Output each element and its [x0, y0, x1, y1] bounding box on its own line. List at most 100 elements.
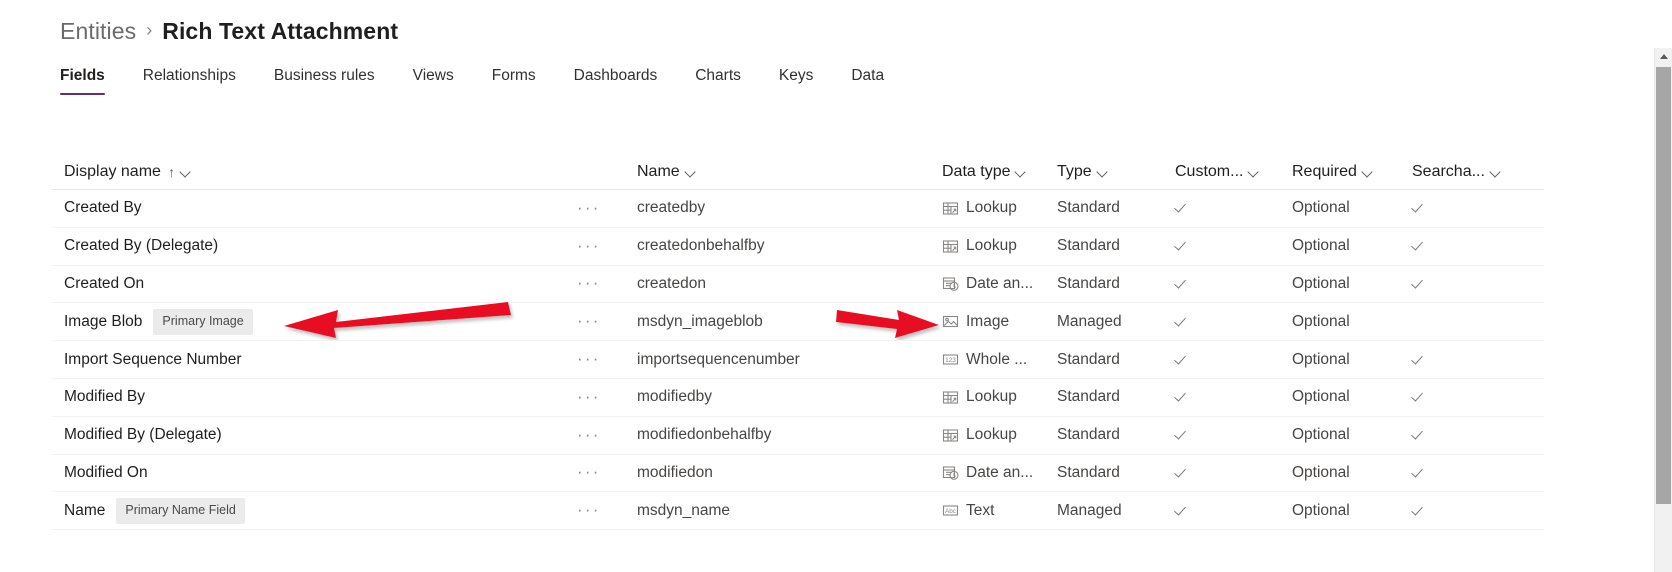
- page-title: Rich Text Attachment: [162, 17, 399, 44]
- entity-tab-bar: Fields Relationships Business rules Views Fo…: [60, 66, 904, 102]
- svg-text:123: 123: [945, 357, 956, 364]
- tab-label: Forms: [491, 67, 536, 84]
- field-display-name: Created By: [64, 199, 142, 217]
- field-display-name: Image Blob: [64, 312, 143, 330]
- column-header-type[interactable]: Type: [1057, 163, 1175, 181]
- field-type: Standard: [1057, 388, 1120, 406]
- column-header-data-type[interactable]: Data type: [942, 163, 1057, 181]
- table-row[interactable]: Created On ··· createdon Date an... Standard…: [52, 266, 1544, 304]
- chevron-down-icon[interactable]: [686, 167, 697, 178]
- field-required: Optional: [1292, 501, 1350, 519]
- scroll-up-arrow-icon[interactable]: [1655, 48, 1672, 65]
- table-row[interactable]: Created By (Delegate) ··· createdonbehalfb…: [52, 228, 1544, 266]
- chevron-down-icon[interactable]: [1491, 167, 1502, 178]
- tab-keys[interactable]: Keys: [779, 66, 833, 95]
- chevron-right-icon: ›: [146, 20, 153, 40]
- tab-views[interactable]: Views: [413, 66, 474, 95]
- svg-text:Abc: Abc: [945, 508, 957, 515]
- row-actions-menu-icon[interactable]: ···: [577, 349, 601, 368]
- table-row[interactable]: Modified By (Delegate) ··· modifiedonbehal…: [52, 417, 1544, 455]
- field-data-type: Text: [966, 501, 995, 519]
- tab-business-rules[interactable]: Business rules: [274, 66, 395, 95]
- field-display-name: Modified By (Delegate): [64, 426, 222, 444]
- chevron-down-icon[interactable]: [1016, 167, 1027, 178]
- chevron-down-icon[interactable]: [181, 167, 192, 178]
- lookup-icon: [942, 389, 959, 406]
- field-data-type: Lookup: [966, 388, 1017, 406]
- field-type: Standard: [1057, 426, 1120, 444]
- image-icon: [942, 313, 959, 330]
- tab-label: Fields: [60, 67, 105, 84]
- field-required: Optional: [1292, 274, 1350, 292]
- chevron-down-icon[interactable]: [1363, 167, 1374, 178]
- checkmark-icon: [1412, 276, 1428, 292]
- field-display-name: Name: [64, 501, 106, 519]
- table-row[interactable]: Created By ··· createdby Lookup Standard Opti…: [52, 190, 1544, 228]
- tab-charts[interactable]: Charts: [695, 66, 761, 95]
- checkmark-icon: [1412, 238, 1428, 254]
- lookup-icon: [942, 238, 959, 255]
- field-required: Optional: [1292, 350, 1350, 368]
- field-data-type: Lookup: [966, 426, 1017, 444]
- breadcrumb: Entities › Rich Text Attachment: [60, 14, 398, 48]
- tab-label: Charts: [695, 67, 741, 84]
- table-row[interactable]: Image Blob Primary Image ··· msdyn_imageblo…: [52, 303, 1544, 342]
- row-actions-menu-icon[interactable]: ···: [577, 387, 601, 406]
- checkmark-icon: [1412, 200, 1428, 216]
- row-actions-menu-icon[interactable]: ···: [577, 425, 601, 444]
- column-header-name-label: Name: [637, 163, 680, 180]
- table-row[interactable]: Import Sequence Number ··· importsequencen…: [52, 341, 1544, 379]
- row-actions-menu-icon[interactable]: ···: [577, 311, 601, 330]
- row-actions-menu-icon[interactable]: ···: [577, 273, 601, 292]
- field-logical-name: modifiedby: [637, 388, 712, 406]
- checkmark-icon: [1412, 427, 1428, 443]
- field-required: Optional: [1292, 199, 1350, 217]
- field-logical-name: importsequencenumber: [637, 350, 800, 368]
- checkmark-icon: [1175, 427, 1191, 443]
- table-row[interactable]: Name Primary Name Field ··· msdyn_name Abc Te…: [52, 492, 1544, 531]
- field-display-name: Import Sequence Number: [64, 350, 242, 368]
- table-row[interactable]: Modified By ··· modifiedby Lookup Standard Op…: [52, 379, 1544, 417]
- field-required: Optional: [1292, 237, 1350, 255]
- row-actions-menu-icon[interactable]: ···: [577, 236, 601, 255]
- breadcrumb-parent-link[interactable]: Entities: [60, 18, 136, 45]
- field-display-name: Created On: [64, 274, 145, 292]
- field-display-name: Modified On: [64, 463, 148, 481]
- tab-forms[interactable]: Forms: [492, 66, 556, 95]
- tab-label: Relationships: [142, 67, 236, 84]
- row-actions-menu-icon[interactable]: ···: [577, 500, 601, 519]
- field-required: Optional: [1292, 388, 1350, 406]
- column-header-searchable[interactable]: Searcha...: [1412, 163, 1532, 181]
- tab-label: Data: [851, 67, 885, 84]
- field-data-type: Date an...: [966, 463, 1034, 481]
- lookup-icon: [942, 200, 959, 217]
- tab-fields[interactable]: Fields: [60, 66, 125, 95]
- chevron-down-icon[interactable]: [1098, 167, 1109, 178]
- tab-label: Views: [412, 67, 454, 84]
- tab-relationships[interactable]: Relationships: [143, 66, 256, 95]
- field-data-type: Image: [966, 312, 1010, 330]
- row-actions-menu-icon[interactable]: ···: [577, 198, 601, 217]
- sort-ascending-icon: ↑: [167, 164, 175, 180]
- vertical-scrollbar[interactable]: [1654, 48, 1672, 572]
- field-logical-name: msdyn_name: [637, 501, 731, 519]
- field-logical-name: modifiedon: [637, 463, 713, 481]
- tab-dashboards[interactable]: Dashboards: [574, 66, 678, 95]
- column-header-name[interactable]: Name: [637, 163, 942, 181]
- row-actions-menu-icon[interactable]: ···: [577, 462, 601, 481]
- entity-fields-page: Entities › Rich Text Attachment Fields Re…: [0, 0, 1672, 572]
- column-header-searchable-label: Searcha...: [1412, 163, 1485, 180]
- whole-number-icon: 123: [942, 351, 959, 368]
- field-logical-name: msdyn_imageblob: [637, 312, 763, 330]
- column-header-custom[interactable]: Custom...: [1175, 163, 1292, 181]
- column-header-display-name[interactable]: Display name ↑: [64, 163, 577, 181]
- scrollbar-thumb[interactable]: [1656, 67, 1671, 504]
- tab-data[interactable]: Data: [851, 66, 904, 95]
- column-header-required[interactable]: Required: [1292, 163, 1412, 181]
- field-data-type: Date an...: [966, 274, 1034, 292]
- table-row[interactable]: Modified On ··· modifiedon Date an... Standa…: [52, 455, 1544, 493]
- chevron-down-icon[interactable]: [1249, 167, 1260, 178]
- field-logical-name: modifiedonbehalfby: [637, 426, 772, 444]
- fields-table: Display name ↑ Name Data type Type Custo…: [52, 142, 1544, 531]
- field-type: Standard: [1057, 199, 1120, 217]
